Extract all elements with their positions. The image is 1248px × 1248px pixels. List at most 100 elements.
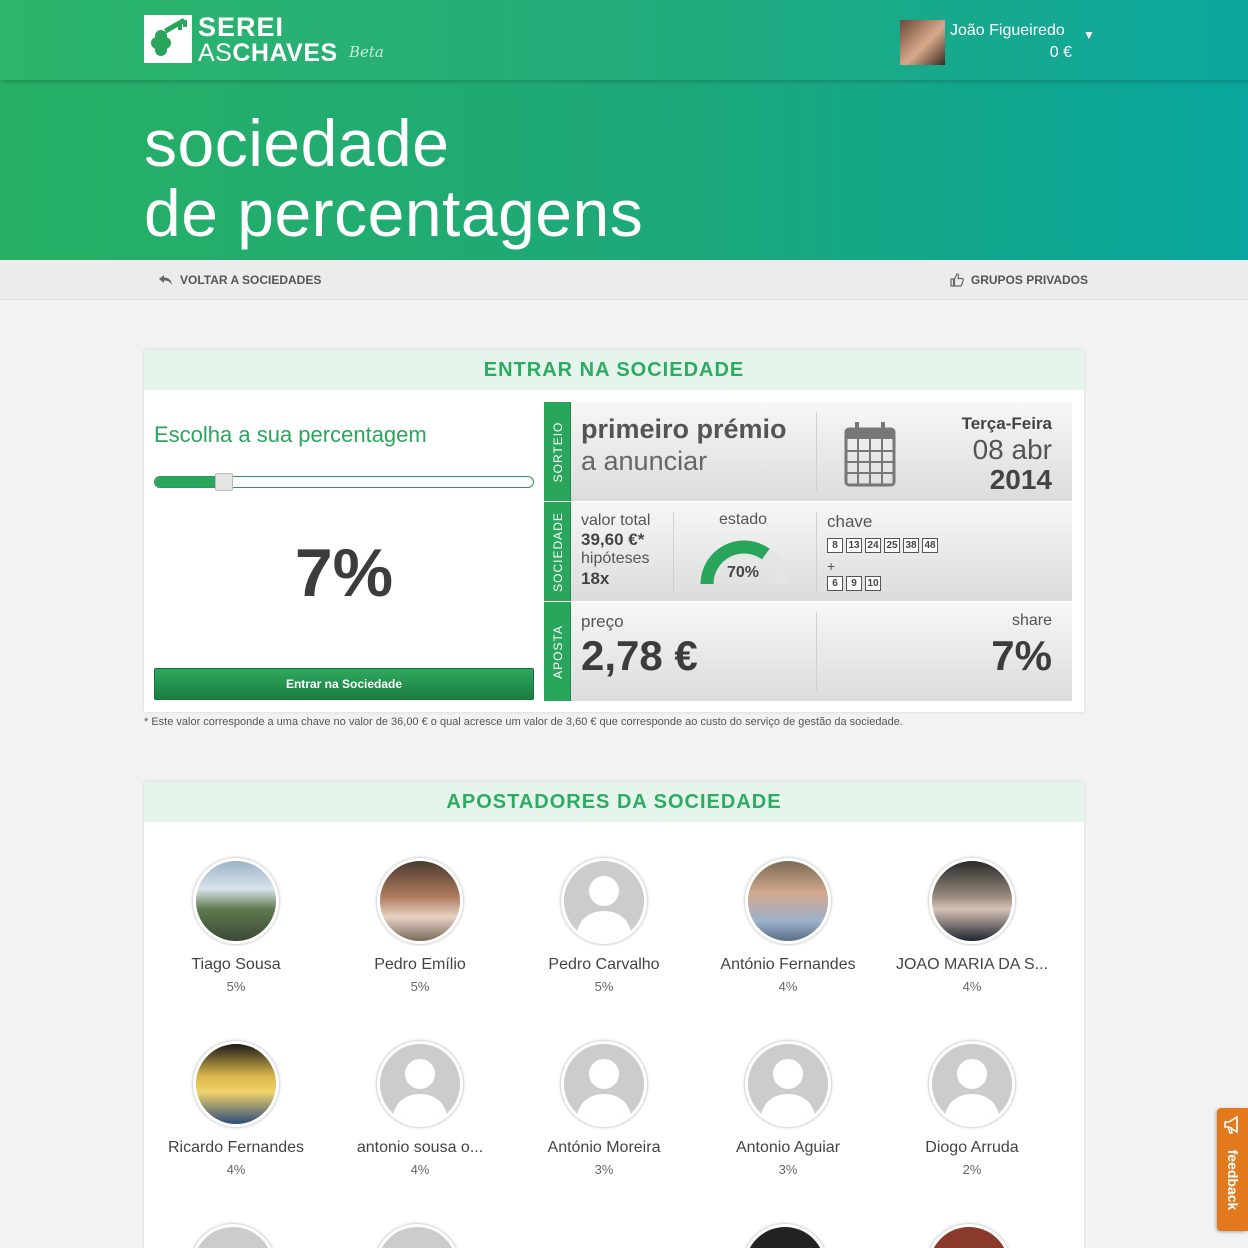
logo-text-chaves: CHAVES [232, 39, 338, 67]
default-user-icon [392, 1059, 448, 1124]
state-label: estado [719, 511, 768, 528]
default-user-icon [760, 1059, 816, 1124]
percentage-slider[interactable] [154, 473, 534, 491]
bettor-item[interactable]: António Fernandes 4% [696, 858, 880, 994]
key-number: 48 [922, 538, 938, 553]
back-to-societies-link[interactable]: VOLTAR A SOCIEDADES [158, 272, 321, 288]
choose-percentage-label: Escolha a sua percentagem [154, 422, 427, 447]
state-value: 70% [727, 564, 760, 581]
avatar[interactable] [561, 858, 647, 944]
feedback-label: feedback [1225, 1149, 1241, 1211]
bettor-name[interactable]: Ricardo Fernandes [144, 1139, 328, 1157]
avatar[interactable] [929, 1041, 1015, 1127]
bettor-name[interactable]: Antonio Aguiar [696, 1139, 880, 1157]
price-footnote: * Este valor corresponde a uma chave no … [144, 716, 903, 728]
bettor-item[interactable]: António Moreira 3% [512, 1041, 696, 1177]
bettor-percentage: 4% [962, 979, 982, 994]
prize-line1: primeiro prémio [581, 414, 787, 444]
private-groups-link[interactable]: GRUPOS PRIVADOS [949, 272, 1088, 288]
avatar[interactable] [929, 858, 1015, 944]
bettor-percentage: 2% [962, 1162, 982, 1177]
clover-key-logo-icon[interactable] [144, 15, 192, 63]
society-bettors-card: APOSTADORES DA SOCIEDADE Tiago Sousa 5% Pe… [144, 782, 1084, 1248]
draw-row: SORTEIO primeiro prémio a anunciar Terça… [544, 402, 1072, 501]
plus-sign: + [827, 558, 836, 574]
draw-date: 08 abr [972, 434, 1052, 465]
chevron-down-icon[interactable]: ▼ [1083, 28, 1095, 42]
avatar[interactable] [742, 1224, 828, 1248]
society-details: SORTEIO primeiro prémio a anunciar Terça… [544, 402, 1072, 702]
key-stars: 6 9 10 [827, 576, 881, 591]
bettor-percentage: 5% [226, 979, 246, 994]
percentage-picker: Escolha a sua percentagem 7% Entrar na S… [154, 402, 534, 702]
hypotheses-label: hipóteses [581, 550, 650, 567]
slider-handle[interactable] [215, 473, 233, 491]
draw-year: 2014 [989, 464, 1052, 495]
page-title-line2: de percentagens [144, 176, 644, 250]
megaphone-icon [1224, 1115, 1238, 1134]
bettor-name[interactable]: antonio sousa o... [328, 1139, 512, 1157]
avatar[interactable] [745, 1041, 831, 1127]
share-value: 7% [991, 632, 1052, 679]
join-society-title: ENTRAR NA SOCIEDADE [144, 350, 1084, 390]
default-user-icon [576, 876, 632, 941]
bettor-item[interactable]: Antonio Aguiar 3% [696, 1041, 880, 1177]
divider [816, 412, 817, 492]
join-society-button[interactable]: Entrar na Sociedade [154, 668, 534, 700]
bettor-item[interactable]: Pedro Emílio 5% [328, 858, 512, 994]
total-value-label: valor total [581, 512, 651, 529]
back-link-label: VOLTAR A SOCIEDADES [180, 273, 322, 287]
bettor-item[interactable]: Ricardo Fernandes 4% [144, 1041, 328, 1177]
key-star: 6 [827, 576, 843, 591]
bettor-name[interactable]: Diogo Arruda [880, 1139, 1064, 1157]
bettor-name[interactable]: António Moreira [512, 1139, 696, 1157]
society-tag: SOCIEDADE [544, 502, 571, 601]
bettor-name[interactable]: Tiago Sousa [144, 956, 328, 974]
bettor-percentage: 5% [594, 979, 614, 994]
key-number: 8 [827, 538, 843, 553]
bettor-item[interactable]: Pedro Carvalho 5% [512, 858, 696, 994]
avatar[interactable] [190, 1224, 276, 1248]
avatar[interactable] [193, 858, 279, 944]
key-number: 13 [846, 538, 862, 553]
avatar[interactable] [561, 1041, 647, 1127]
default-user-icon [576, 1059, 632, 1124]
selected-percentage: 7% [294, 535, 394, 611]
private-groups-label: GRUPOS PRIVADOS [970, 273, 1088, 287]
avatar[interactable] [926, 1224, 1012, 1248]
user-avatar[interactable] [900, 20, 945, 65]
bettor-percentage: 4% [778, 979, 798, 994]
top-bar: SEREI ASCHAVES Beta João Figueiredo ▼ 0 … [0, 0, 1248, 80]
user-name[interactable]: João Figueiredo [950, 22, 1065, 40]
bettors-title: APOSTADORES DA SOCIEDADE [144, 782, 1084, 822]
bettor-name[interactable]: JOAO MARIA DA S... [880, 956, 1064, 974]
price-value: 2,78 € [581, 632, 698, 679]
bettor-item[interactable]: antonio sousa o... 4% [328, 1041, 512, 1177]
page-title: sociedade de percentagens [144, 108, 643, 248]
bettor-item[interactable]: Diogo Arruda 2% [880, 1041, 1064, 1177]
avatar[interactable] [745, 858, 831, 944]
bettor-item[interactable]: Tiago Sousa 5% [144, 858, 328, 994]
avatar[interactable] [193, 1041, 279, 1127]
bettor-item[interactable]: JOAO MARIA DA S... 4% [880, 858, 1064, 994]
calendar-icon [844, 422, 896, 487]
logo-text-aschaves[interactable]: ASCHAVES [198, 39, 338, 68]
beta-label: Beta [349, 43, 384, 61]
page-title-line1: sociedade [144, 106, 450, 180]
bettor-name[interactable]: Pedro Carvalho [512, 956, 696, 974]
bettor-percentage: 4% [410, 1162, 430, 1177]
key-number: 25 [884, 538, 900, 553]
avatar[interactable] [377, 1041, 463, 1127]
share-label: share [1011, 612, 1052, 629]
bettor-name[interactable]: António Fernandes [696, 956, 880, 974]
avatar[interactable] [374, 1224, 460, 1248]
bettor-name[interactable]: Pedro Emílio [328, 956, 512, 974]
avatar[interactable] [377, 858, 463, 944]
key-numbers: 8 13 24 25 38 48 [827, 538, 938, 553]
hypotheses-value: 18x [581, 569, 610, 588]
prize-line2: a anunciar [581, 446, 708, 476]
key-star: 9 [846, 576, 862, 591]
bet-tag: APOSTA [544, 602, 571, 701]
thumbs-up-icon [950, 273, 964, 287]
feedback-tab[interactable]: feedback [1217, 1108, 1248, 1231]
